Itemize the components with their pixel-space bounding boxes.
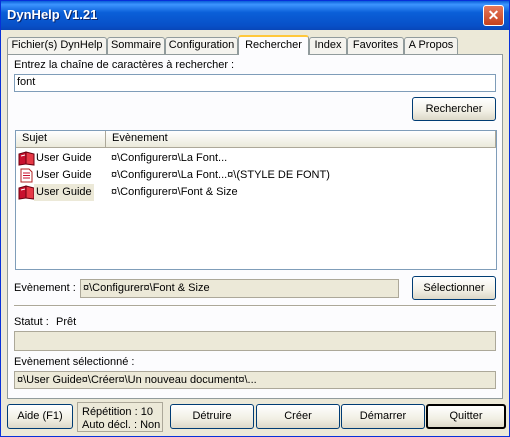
demarrer-button[interactable]: Démarrer xyxy=(341,404,425,429)
creer-button[interactable]: Créer xyxy=(256,404,340,429)
selected-label: Evènement sélectionné : xyxy=(14,356,135,368)
selected-field: ¤\User Guide¤\Créer¤\Un nouveau document… xyxy=(14,371,496,389)
tab-fichiers[interactable]: Fichier(s) DynHelp xyxy=(7,37,107,54)
tab-sommaire[interactable]: Sommaire xyxy=(107,37,165,54)
results-list[interactable]: Sujet Evènement User Guide ¤\Configurer¤… xyxy=(15,130,497,270)
repetition-value: Répétition : 10 xyxy=(82,406,153,418)
title-bar[interactable]: DynHelp V1.21 ✕ xyxy=(1,1,509,30)
tab-index[interactable]: Index xyxy=(309,37,347,54)
row-sujet: User Guide xyxy=(34,184,94,201)
table-row[interactable]: User Guide ¤\Configurer¤\La Font...¤\(ST… xyxy=(16,167,496,184)
column-header-evenement[interactable]: Evènement xyxy=(106,131,496,148)
row-sujet: User Guide xyxy=(36,152,92,164)
statut-label: Statut : xyxy=(14,316,49,328)
tab-apropos[interactable]: A Propos xyxy=(404,37,458,54)
divider xyxy=(14,305,496,307)
autodecl-value: Auto décl. : Non xyxy=(82,419,161,431)
tab-rechercher[interactable]: Rechercher xyxy=(238,35,309,55)
dynhelp-window: DynHelp V1.21 ✕ Fichier(s) DynHelp Somma… xyxy=(0,0,510,437)
quitter-button[interactable]: Quitter xyxy=(426,404,506,429)
table-row[interactable]: User Guide ¤\Configurer¤\La Font... xyxy=(16,150,496,167)
window-title: DynHelp V1.21 xyxy=(7,7,98,22)
close-icon: ✕ xyxy=(487,7,500,23)
selectionner-button[interactable]: Sélectionner xyxy=(412,276,496,300)
rechercher-button[interactable]: Rechercher xyxy=(412,97,496,121)
status-bar xyxy=(14,331,496,351)
row-evenement: ¤\Configurer¤\Font & Size xyxy=(111,186,238,198)
detruire-button[interactable]: Détruire xyxy=(170,404,254,429)
search-input[interactable]: font xyxy=(14,74,496,92)
evenement-label: Evènement : xyxy=(14,282,76,294)
tab-favorites[interactable]: Favorites xyxy=(347,37,404,54)
column-header-sujet[interactable]: Sujet xyxy=(16,131,106,148)
statut-value: Prêt xyxy=(56,316,77,328)
tab-configuration[interactable]: Configuration xyxy=(165,37,238,54)
book-icon xyxy=(18,185,35,206)
close-button[interactable]: ✕ xyxy=(483,5,504,26)
table-row-selected[interactable]: User Guide ¤\Configurer¤\Font & Size xyxy=(16,184,496,201)
aide-button[interactable]: Aide (F1) xyxy=(7,404,73,429)
row-evenement: ¤\Configurer¤\La Font...¤\(STYLE DE FONT… xyxy=(111,169,330,181)
repetition-panel: Répétition : 10 Auto décl. : Non xyxy=(77,402,163,432)
search-prompt: Entrez la chaîne de caractères à recherc… xyxy=(14,59,235,71)
row-sujet: User Guide xyxy=(36,169,92,181)
evenement-field: ¤\Configurer¤\Font & Size xyxy=(80,279,399,298)
rechercher-panel: Entrez la chaîne de caractères à recherc… xyxy=(7,54,503,399)
footer-bar: Aide (F1) Répétition : 10 Auto décl. : N… xyxy=(1,401,509,436)
row-evenement: ¤\Configurer¤\La Font... xyxy=(111,152,228,164)
